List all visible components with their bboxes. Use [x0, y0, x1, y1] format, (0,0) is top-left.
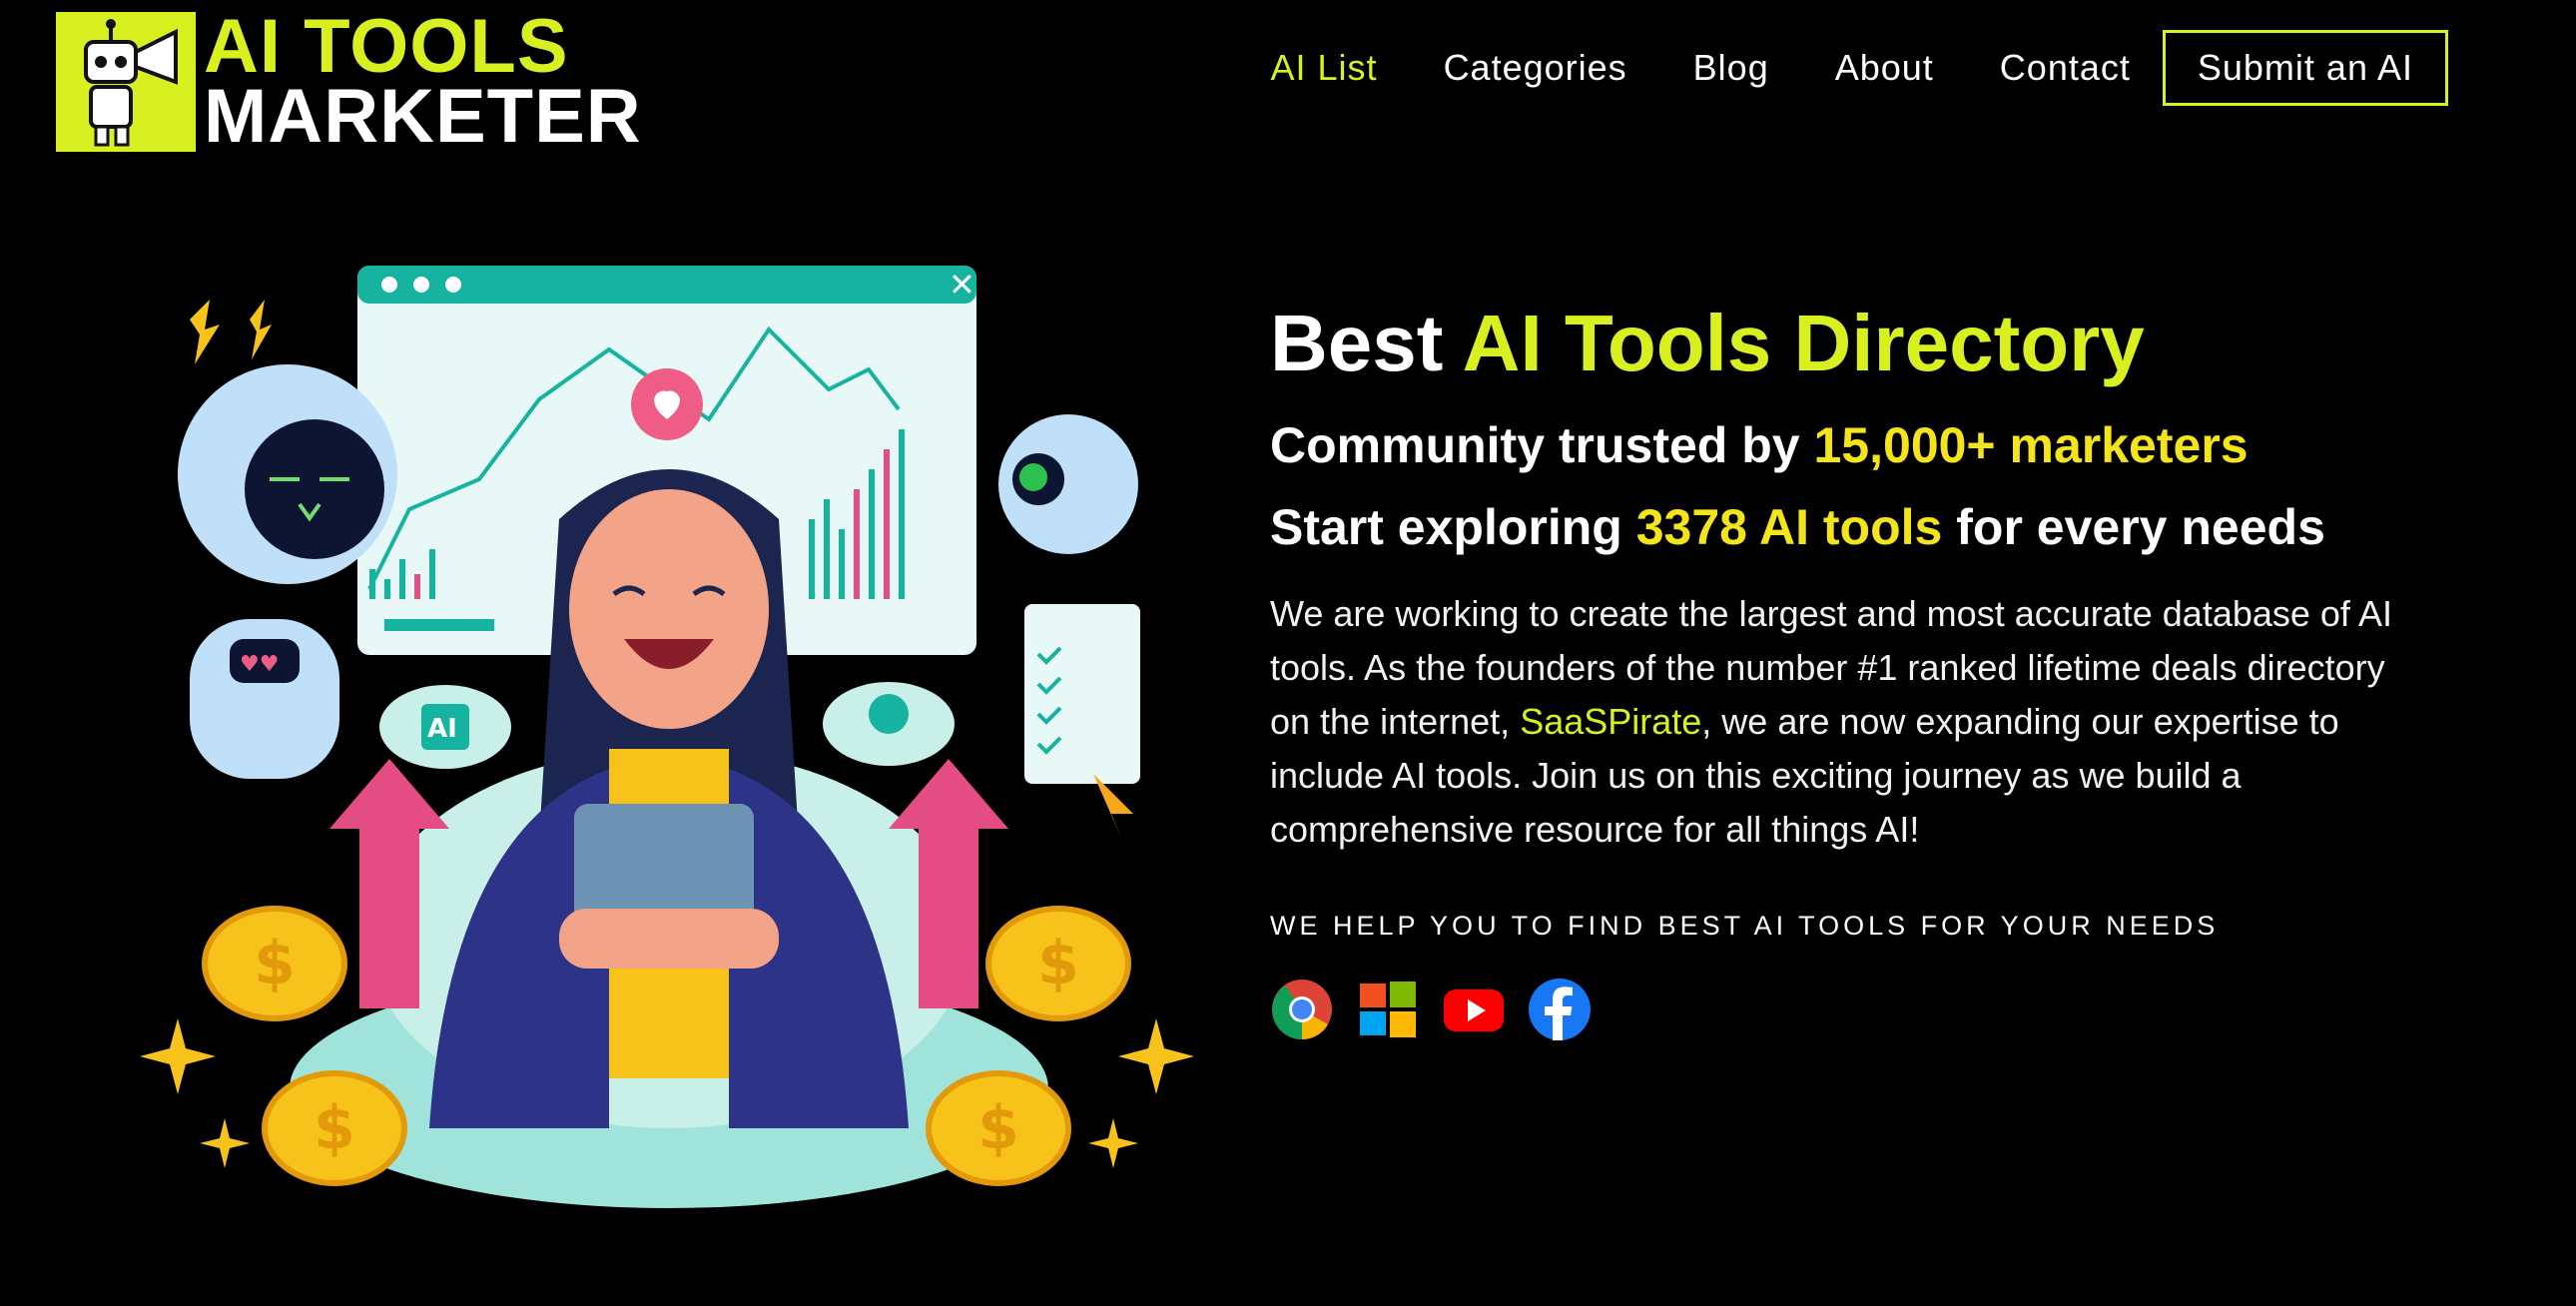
hero-illustration: ✕ ♥♥ AI $ $ $ $	[110, 250, 1208, 1218]
main-nav: AI List Categories Blog About Contact Su…	[1205, 30, 2448, 106]
svg-text:✕: ✕	[949, 266, 975, 304]
nav-item-about[interactable]: About	[1835, 47, 1934, 89]
svg-text:$: $	[1037, 929, 1079, 998]
nav-item-blog[interactable]: Blog	[1693, 47, 1769, 89]
svg-text:$: $	[314, 1093, 355, 1163]
youtube-icon[interactable]	[1442, 978, 1506, 1041]
community-prefix: Community trusted by	[1270, 417, 1800, 473]
explore-line: Start exploring 3378 AI tools for every …	[1270, 497, 2418, 557]
nav-item-categories[interactable]: Categories	[1444, 47, 1627, 89]
site-logo[interactable]: AI TOOLS MARKETER	[56, 9, 642, 159]
platform-icons	[1270, 978, 2418, 1041]
windows-icon[interactable]	[1356, 978, 1420, 1041]
nav-item-contact[interactable]: Contact	[2000, 47, 2131, 89]
saaspirate-link[interactable]: SaaSPirate	[1520, 701, 1701, 742]
hero-title-accent: AI Tools Directory	[1462, 299, 2145, 387]
hero-title: Best AI Tools Directory	[1270, 300, 2418, 387]
chrome-icon[interactable]	[1270, 978, 1334, 1041]
svg-text:$: $	[977, 1093, 1019, 1163]
hero-content: Best AI Tools Directory Community truste…	[1270, 300, 2418, 1041]
community-count: 15,000+ marketers	[1813, 417, 2249, 473]
robot-megaphone-icon	[56, 12, 196, 152]
svg-text:$: $	[254, 929, 296, 998]
svg-text:♥♥: ♥♥	[240, 652, 279, 677]
hero-tagline: WE HELP YOU TO FIND BEST AI TOOLS FOR YO…	[1270, 911, 2220, 941]
hero-description: We are working to create the largest and…	[1270, 587, 2418, 857]
submit-ai-button[interactable]: Submit an AI	[2162, 30, 2448, 106]
logo-text-line2: MARKETER	[204, 74, 642, 159]
explore-prefix: Start exploring	[1270, 499, 1622, 555]
community-line: Community trusted by 15,000+ marketers	[1270, 415, 2418, 475]
nav-item-ai-list[interactable]: AI List	[1271, 47, 1378, 89]
tools-count: 3378 AI tools	[1635, 499, 1943, 555]
explore-suffix: for every needs	[1956, 499, 2325, 555]
hero-title-prefix: Best	[1270, 299, 1444, 387]
facebook-icon[interactable]	[1528, 978, 1592, 1041]
ai-chip-label: AI	[427, 714, 457, 744]
